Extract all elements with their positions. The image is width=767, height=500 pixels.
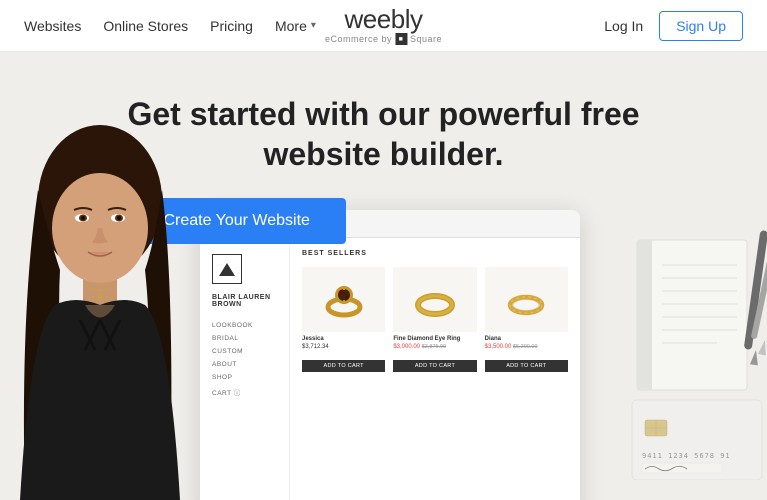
product-diana-add-to-cart[interactable]: ADD TO CART — [485, 360, 568, 372]
product-diana-sale-price: $3,500.00 — [485, 344, 512, 350]
hero-text: Get started with our powerful free websi… — [127, 94, 639, 244]
product-diamond-price: $3,000.00 $3,875.00 — [393, 344, 476, 350]
product-jessica-image — [302, 267, 385, 332]
product-diana-name: Diana — [485, 336, 568, 342]
sidebar-menu-bridal: BRIDAL — [212, 335, 277, 342]
product-diamond-add-to-cart[interactable]: ADD TO CART — [393, 360, 476, 372]
nav-auth: Log In Sign Up — [604, 11, 743, 41]
product-diana-image — [485, 267, 568, 332]
product-jessica-name: Jessica — [302, 336, 385, 342]
square-icon: ■ — [395, 33, 407, 45]
browser-content: BLAIR LAUREN BROWN LOOKBOOK BRIDAL CUSTO… — [200, 238, 580, 500]
product-diamond-eye: Fine Diamond Eye Ring $3,000.00 $3,875.0… — [393, 267, 476, 372]
product-diamond-original-price: $3,875.00 — [422, 344, 446, 350]
nav-pricing[interactable]: Pricing — [210, 18, 253, 34]
svg-text:9411 1234 5678 91: 9411 1234 5678 91 — [642, 452, 731, 460]
notebook-decoration: 9411 1234 5678 91 — [607, 220, 767, 480]
sidebar-menu-about: ABOUT — [212, 361, 277, 368]
product-jessica-price: $3,712.34 — [302, 344, 385, 350]
sidebar-brand-name: BLAIR LAUREN BROWN — [212, 294, 277, 308]
product-diamond-image — [393, 267, 476, 332]
product-diamond-sale-price: $3,000.00 — [393, 344, 420, 350]
logo[interactable]: weebly eCommerce by ■ Square — [325, 6, 442, 45]
nav-online-stores[interactable]: Online Stores — [103, 18, 188, 34]
shop-section-title: BEST SELLERS — [302, 250, 568, 257]
sidebar-logo-icon — [212, 254, 242, 284]
shop-sidebar: BLAIR LAUREN BROWN LOOKBOOK BRIDAL CUSTO… — [200, 238, 290, 500]
signup-button[interactable]: Sign Up — [659, 11, 743, 41]
sidebar-menu-custom: CUSTOM — [212, 348, 277, 355]
product-jessica: Jessica $3,712.34 ADD TO CART — [302, 267, 385, 372]
nav-links: Websites Online Stores Pricing More ▾ — [24, 18, 316, 34]
sidebar-menu-cart: CART ⓘ — [212, 387, 277, 397]
sidebar-menu-shop: SHOP — [212, 374, 277, 381]
nav-more-label: More — [275, 18, 307, 34]
shop-mockup: BLAIR LAUREN BROWN LOOKBOOK BRIDAL CUSTO… — [200, 210, 580, 500]
shop-main: BEST SELLERS — [290, 238, 580, 500]
sidebar-menu-lookbook: LOOKBOOK — [212, 322, 277, 329]
nav-more-dropdown[interactable]: More ▾ — [275, 18, 316, 34]
products-grid: Jessica $3,712.34 ADD TO CART — [302, 267, 568, 372]
product-diana-price: $3,500.00 $5,200.00 — [485, 344, 568, 350]
person-photo — [0, 110, 200, 500]
product-diana: Diana $3,500.00 $5,200.00 ADD TO CART — [485, 267, 568, 372]
navbar: Websites Online Stores Pricing More ▾ we… — [0, 0, 767, 52]
logo-subtitle: eCommerce by ■ Square — [325, 33, 442, 45]
login-button[interactable]: Log In — [604, 18, 643, 34]
logo-square-brand: Square — [410, 34, 442, 44]
product-jessica-add-to-cart[interactable]: ADD TO CART — [302, 360, 385, 372]
product-diamond-name: Fine Diamond Eye Ring — [393, 336, 476, 342]
triangle-icon — [219, 263, 235, 276]
hero-headline: Get started with our powerful free websi… — [127, 94, 639, 174]
logo-sub-text: eCommerce by — [325, 34, 392, 44]
hero-section: Get started with our powerful free websi… — [0, 52, 767, 500]
chevron-down-icon: ▾ — [311, 20, 316, 31]
logo-text: weebly — [345, 6, 423, 32]
nav-websites[interactable]: Websites — [24, 18, 81, 34]
product-diana-original-price: $5,200.00 — [513, 344, 537, 350]
